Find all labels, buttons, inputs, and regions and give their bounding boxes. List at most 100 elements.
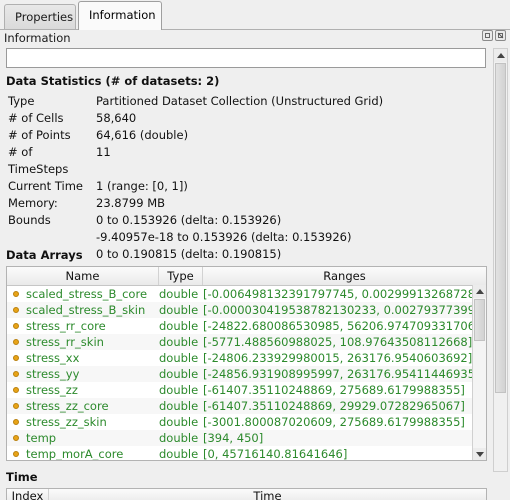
table-scroll-up-icon[interactable] (473, 285, 486, 298)
array-type-cell: double (159, 431, 199, 445)
tab-information[interactable]: Information (78, 1, 162, 30)
stat-value-memory: 23.8799 MB (96, 196, 166, 210)
stat-row-points: # of Points 64,616 (double) (8, 127, 478, 144)
tab-properties-label: Properties (15, 10, 74, 24)
array-type-cell: double (159, 415, 199, 429)
stat-value-current-time: 1 (range: [0, 1]) (96, 179, 188, 193)
stat-row-memory: Memory: 23.8799 MB (8, 195, 478, 212)
array-range-cell: [394, 450] (203, 431, 264, 445)
stat-row-timesteps: # of TimeSteps 11 (8, 144, 478, 178)
point-data-icon (13, 291, 19, 297)
array-type-cell: double (159, 319, 199, 333)
bounds-x: 0 to 0.153926 (delta: 0.153926) (96, 213, 282, 227)
stat-value-timesteps: 11 (96, 145, 111, 159)
table-row[interactable]: stress_rr_core double [-24822.680086530985… (7, 318, 486, 334)
stat-row-current-time: Current Time 1 (range: [0, 1]) (8, 178, 478, 195)
array-type-cell: double (159, 383, 199, 397)
point-data-icon (13, 339, 19, 345)
stat-row-cells: # of Cells 58,640 (8, 110, 478, 127)
stat-label-type: Type (8, 94, 35, 108)
point-data-icon (13, 323, 19, 329)
column-header-time[interactable]: Time (49, 489, 486, 500)
array-range-cell: [-24856.931908995997, 263176.95411446935… (203, 367, 480, 381)
stat-label-timesteps: # of TimeSteps (8, 145, 69, 176)
array-name-cell: scaled_stress_B_skin (7, 302, 159, 318)
array-name-cell: stress_rr_core (7, 318, 159, 334)
table-row[interactable]: stress_zz double [-61407.35110248869, 2756… (7, 382, 486, 398)
array-name-cell: stress_xx (7, 350, 159, 366)
array-name-label: scaled_stress_B_skin (26, 303, 146, 317)
array-name-label: temp_morA_core (26, 447, 124, 461)
table-row[interactable]: stress_rr_skin double [-5771.488560988025,… (7, 334, 486, 350)
array-name-cell: scaled_stress_B_core (7, 286, 159, 302)
array-type-cell: double (159, 287, 199, 301)
array-name-label: stress_rr_skin (26, 335, 104, 349)
point-data-icon (13, 307, 19, 313)
time-header-row: Index Time (7, 489, 486, 500)
array-range-cell: [-61407.35110248869, 29929.07282965067] (203, 399, 465, 413)
table-row[interactable]: temp_morA_core double [0, 45716140.8164164… (7, 446, 486, 461)
panel-scrollbar-thumb[interactable] (495, 63, 506, 393)
table-row[interactable]: stress_xx double [-24806.233929980015, 263… (7, 350, 486, 366)
column-header-type[interactable]: Type (159, 267, 203, 285)
array-name-label: scaled_stress_B_core (26, 287, 148, 301)
array-name-cell: stress_yy (7, 366, 159, 382)
array-name-label: stress_xx (26, 351, 80, 365)
column-header-name[interactable]: Name (7, 267, 159, 285)
search-input[interactable] (6, 48, 486, 68)
data-arrays-table: Name Type Ranges scaled_stress_B_coredou… (6, 266, 487, 461)
panel-scrollbar[interactable] (493, 48, 508, 472)
array-range-cell: [-0.000030419538782130233, 0.00279377399… (203, 303, 486, 317)
stat-value-points: 64,616 (double) (96, 128, 189, 142)
table-row[interactable]: scaled_stress_B_skin double [-0.0000304195… (7, 302, 486, 318)
data-statistics-list: Type Partitioned Dataset Collection (Uns… (8, 93, 478, 263)
array-type-cell: double (159, 367, 199, 381)
float-icon[interactable] (482, 30, 493, 41)
array-range-cell: [-24822.680086530985, 56206.974709331706… (203, 319, 480, 333)
section-data-statistics: Data Statistics (# of datasets: 2) (6, 74, 484, 88)
stat-label-points: # of Points (8, 128, 71, 142)
table-row[interactable]: scaled_stress_B_core double [-0.0064981323… (7, 286, 486, 302)
dock-buttons (482, 30, 506, 41)
search-field-wrapper (6, 48, 486, 68)
array-type-cell: double (159, 399, 199, 413)
bounds-y: -9.40957e-18 to 0.153926 (delta: 0.15392… (96, 230, 352, 244)
point-data-icon (13, 387, 19, 393)
array-name-label: stress_zz (26, 383, 78, 397)
stat-value-type: Partitioned Dataset Collection (Unstruct… (96, 94, 384, 108)
section-data-statistics-label: Data Statistics (# of datasets: 2) (6, 74, 226, 88)
tab-information-label: Information (89, 8, 156, 22)
table-row[interactable]: temp double [394, 450] (7, 430, 486, 446)
point-data-icon (13, 419, 19, 425)
table-row[interactable]: stress_yy double [-24856.931908995997, 263… (7, 366, 486, 382)
array-range-cell: [-61407.35110248869, 275689.6179988355] (203, 383, 465, 397)
array-name-cell: stress_zz_skin (7, 414, 159, 430)
data-arrays-scrollbar-thumb[interactable] (474, 299, 485, 341)
array-type-cell: double (159, 447, 199, 461)
column-header-ranges[interactable]: Ranges (203, 267, 486, 285)
point-data-icon (13, 403, 19, 409)
data-arrays-body: scaled_stress_B_core double [-0.0064981323… (7, 286, 486, 461)
stat-row-type: Type Partitioned Dataset Collection (Uns… (8, 93, 478, 110)
column-header-index[interactable]: Index (7, 489, 49, 500)
time-table: Index Time (6, 488, 487, 500)
array-name-label: temp (26, 431, 57, 445)
array-range-cell: [-5771.488560988025, 108.97643508112668] (203, 335, 473, 349)
close-icon[interactable] (495, 30, 506, 41)
array-name-cell: stress_rr_skin (7, 334, 159, 350)
array-range-cell: [0, 45716140.81641646] (203, 447, 348, 461)
data-arrays-scrollbar[interactable] (472, 285, 486, 460)
array-name-cell: stress_zz_core (7, 398, 159, 414)
table-row[interactable]: stress_zz_core double [-61407.35110248869,… (7, 398, 486, 414)
point-data-icon (13, 435, 19, 441)
array-range-cell: [-3001.800087020609, 275689.6179988355] (203, 415, 465, 429)
tab-properties[interactable]: Properties (4, 4, 76, 29)
stat-value-cells: 58,640 (96, 111, 137, 125)
table-scroll-down-icon[interactable] (473, 448, 486, 460)
array-name-cell: stress_zz (7, 382, 159, 398)
point-data-icon (13, 451, 19, 457)
information-panel: Properties Information Information Data … (0, 0, 510, 500)
section-data-arrays-label: Data Arrays (6, 248, 89, 262)
table-row[interactable]: stress_zz_skin double [-3001.800087020609,… (7, 414, 486, 430)
scroll-up-icon[interactable] (494, 49, 507, 62)
